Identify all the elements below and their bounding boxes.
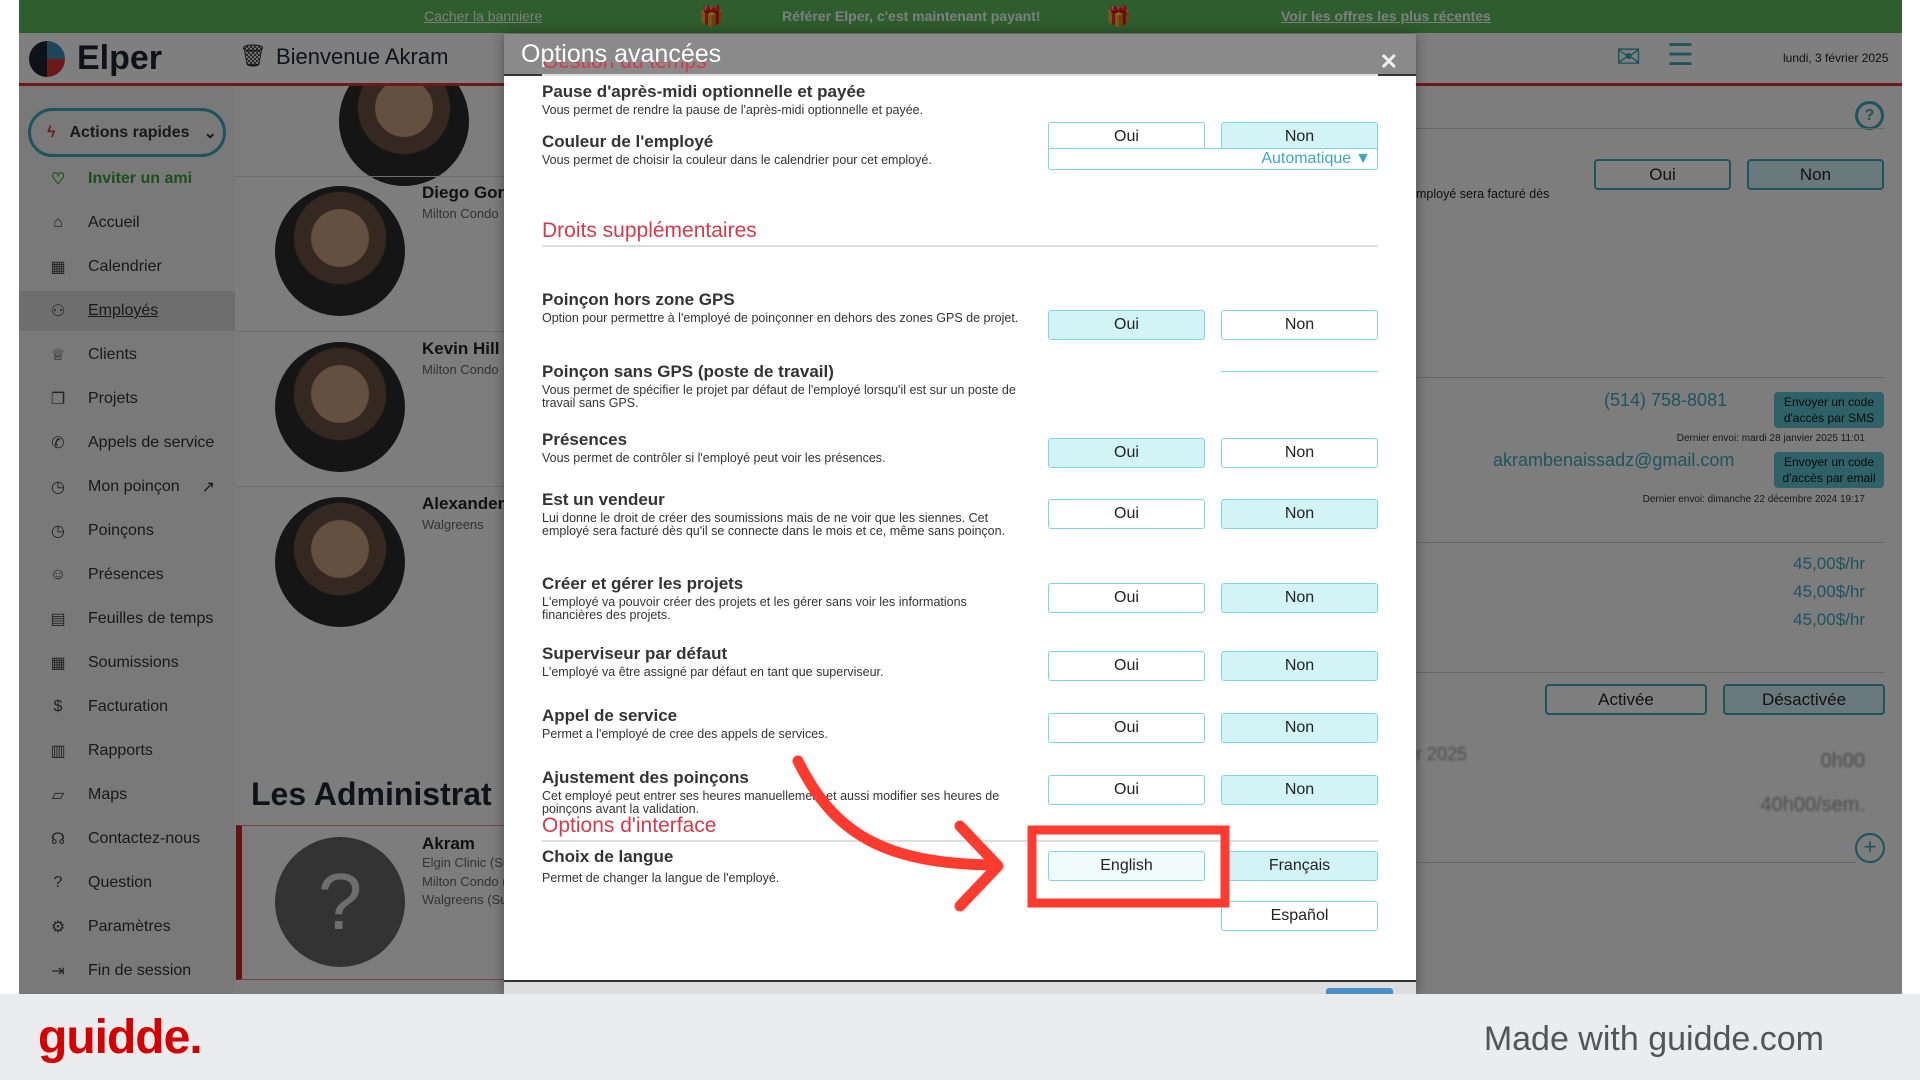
guidde-logo: guidde. [38, 1011, 203, 1064]
guidde-footer: guidde. Made with guidde.com [0, 994, 1920, 1080]
made-with-text: Made with guidde.com [1483, 1020, 1824, 1058]
arrow-curve [792, 755, 1002, 871]
advanced-options-modal: Options avancées ✕ Gestion du temps Paus… [504, 34, 1416, 994]
highlight-box [1027, 825, 1230, 908]
annotation-overlay [792, 755, 1230, 912]
